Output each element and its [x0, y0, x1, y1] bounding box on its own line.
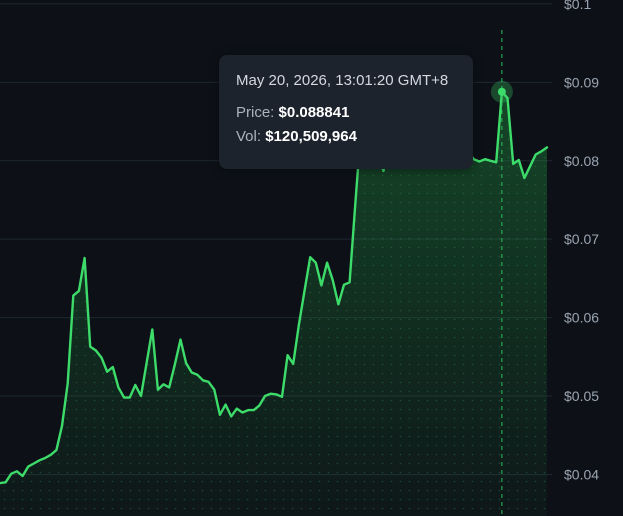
y-tick-label: $0.04: [564, 466, 599, 482]
tooltip-vol-label: Vol:: [236, 128, 262, 145]
y-tick-label: $0.07: [564, 231, 599, 247]
cursor-point: [497, 87, 506, 96]
tooltip-price-label: Price:: [236, 104, 275, 121]
y-axis-ticks: $0.04 $0.05 $0.06 $0.07 $0.08 $0.09 $0.1: [564, 0, 599, 482]
y-tick-label: $0.05: [564, 388, 599, 404]
tooltip-date: May 20, 2026, 13:01:20 GMT+8: [236, 72, 449, 89]
tooltip-vol-value: $120,509,964: [265, 128, 357, 145]
tooltip-price-value: $0.088841: [278, 104, 350, 121]
y-tick-label: $0.1: [564, 0, 591, 12]
price-chart[interactable]: $0.04 $0.05 $0.06 $0.07 $0.08 $0.09 $0.1 May 2…: [0, 0, 623, 516]
y-tick-label: $0.08: [564, 153, 599, 169]
y-tick-label: $0.09: [564, 74, 599, 90]
y-tick-label: $0.06: [564, 310, 599, 326]
price-tooltip: May 20, 2026, 13:01:20 GMT+8 Price: $0.0…: [219, 55, 473, 169]
tooltip-vol-row: Vol: $120,509,964: [236, 128, 456, 145]
tooltip-price-row: Price: $0.088841: [236, 104, 456, 121]
